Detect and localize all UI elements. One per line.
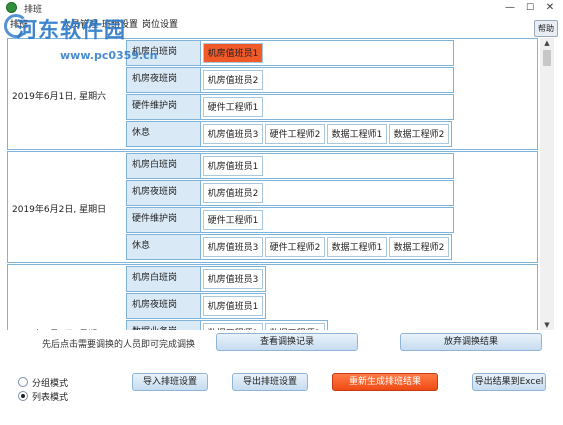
watermark-url: www.pc0359.cn [60, 49, 158, 62]
shift-row: 机房夜班岗 机房值班员2 [126, 180, 454, 206]
radio-selected-dot [21, 394, 25, 398]
discard-swap-button[interactable]: 放弃调换结果 [400, 333, 542, 351]
staff-cell[interactable]: 数据工程师1 [203, 323, 263, 330]
staff-cell[interactable]: 机房值班员1 [203, 43, 263, 63]
staff-cell[interactable]: 数据工程师2 [265, 323, 325, 330]
swap-hint: 先后点击需要调换的人员即可完成调换 [42, 340, 196, 350]
shift-row: 机房白班岗 机房值班员1 [126, 40, 454, 66]
shift-row: 硬件维护岗 硬件工程师1 [126, 94, 454, 120]
shift-name: 机房白班岗 [127, 154, 201, 178]
shift-name: 休息 [127, 235, 201, 259]
export-excel-button[interactable]: 导出结果到Excel [472, 373, 546, 391]
scroll-up-icon[interactable]: ▲ [540, 38, 554, 48]
staff-cell[interactable]: 机房值班员3 [203, 237, 263, 257]
staff-cell[interactable]: 机房值班员3 [203, 124, 263, 144]
staff-cell[interactable]: 数据工程师1 [327, 124, 387, 144]
regenerate-schedule-button[interactable]: 重新生成排班结果 [332, 373, 438, 391]
shift-row: 数据业务岗数据工程师1数据工程师2 [126, 320, 328, 330]
day-block: 2019年6月3日, 星期一机房白班岗机房值班员3机房夜班岗机房值班员1数据业务… [7, 264, 538, 330]
staff-cell[interactable]: 硬件工程师2 [265, 124, 325, 144]
group-mode-label: 分组模式 [32, 379, 69, 389]
day-date-label: 2019年6月3日, 星期一 [12, 327, 106, 330]
schedule-grid: 2019年6月1日, 星期六 机房白班岗 机房值班员1 机房夜班岗 机房值班员2 硬件维护… [7, 38, 538, 330]
shift-row: 机房白班岗 机房值班员3 [126, 266, 266, 292]
shift-row: 机房夜班岗 机房值班员1 [126, 293, 266, 319]
view-swap-log-button[interactable]: 查看调换记录 [216, 333, 358, 351]
app-logo-icon [6, 2, 17, 13]
staff-cell[interactable]: 机房值班员1 [203, 296, 263, 316]
export-settings-button[interactable]: 导出排班设置 [232, 373, 308, 391]
staff-cell[interactable]: 硬件工程师1 [203, 210, 263, 230]
group-mode-radio[interactable] [18, 377, 28, 387]
staff-cell[interactable]: 硬件工程师1 [203, 97, 263, 117]
staff-cell[interactable]: 机房值班员2 [203, 70, 263, 90]
staff-cell[interactable]: 机房值班员3 [203, 269, 263, 289]
staff-cell[interactable]: 数据工程师2 [389, 124, 449, 144]
staff-cell[interactable]: 数据工程师2 [389, 237, 449, 257]
close-button[interactable]: ✕ [536, 0, 563, 16]
shift-name: 机房夜班岗 [127, 294, 201, 318]
scroll-thumb[interactable] [543, 50, 551, 66]
shift-row: 硬件维护岗 硬件工程师1 [126, 207, 454, 233]
shift-name: 硬件维护岗 [127, 95, 201, 119]
staff-cell[interactable]: 机房值班员2 [203, 183, 263, 203]
vertical-scrollbar[interactable]: ▲ ▼ [540, 38, 554, 330]
staff-cell[interactable]: 硬件工程师2 [265, 237, 325, 257]
tab-posts[interactable]: 岗位设置 [140, 18, 180, 32]
import-settings-button[interactable]: 导入排班设置 [132, 373, 208, 391]
shift-row: 机房白班岗 机房值班员1 [126, 153, 454, 179]
list-mode-label: 列表模式 [32, 393, 69, 403]
staff-cell[interactable]: 机房值班员1 [203, 156, 263, 176]
shift-row: 休息 机房值班员3 硬件工程师2 数据工程师1 数据工程师2 [126, 121, 452, 147]
help-button[interactable]: 帮助 [534, 20, 558, 37]
scroll-down-icon[interactable]: ▼ [540, 320, 554, 330]
day-block: 2019年6月2日, 星期日 机房白班岗 机房值班员1 机房夜班岗 机房值班员2 硬件维护… [7, 151, 538, 263]
shift-name: 数据业务岗 [127, 321, 201, 330]
staff-cell[interactable]: 数据工程师1 [327, 237, 387, 257]
shift-name: 硬件维护岗 [127, 208, 201, 232]
shift-name: 机房白班岗 [127, 267, 201, 291]
shift-name: 机房夜班岗 [127, 181, 201, 205]
day-date-label: 2019年6月2日, 星期日 [12, 205, 107, 215]
shift-name: 休息 [127, 122, 201, 146]
day-date-label: 2019年6月1日, 星期六 [12, 92, 107, 102]
list-mode-radio[interactable] [18, 391, 28, 401]
watermark-text: 河东软件园 [16, 18, 126, 42]
shift-row: 休息 机房值班员3 硬件工程师2 数据工程师1 数据工程师2 [126, 234, 452, 260]
shift-row: 机房夜班岗 机房值班员2 [126, 67, 454, 93]
shift-name: 机房夜班岗 [127, 68, 201, 92]
